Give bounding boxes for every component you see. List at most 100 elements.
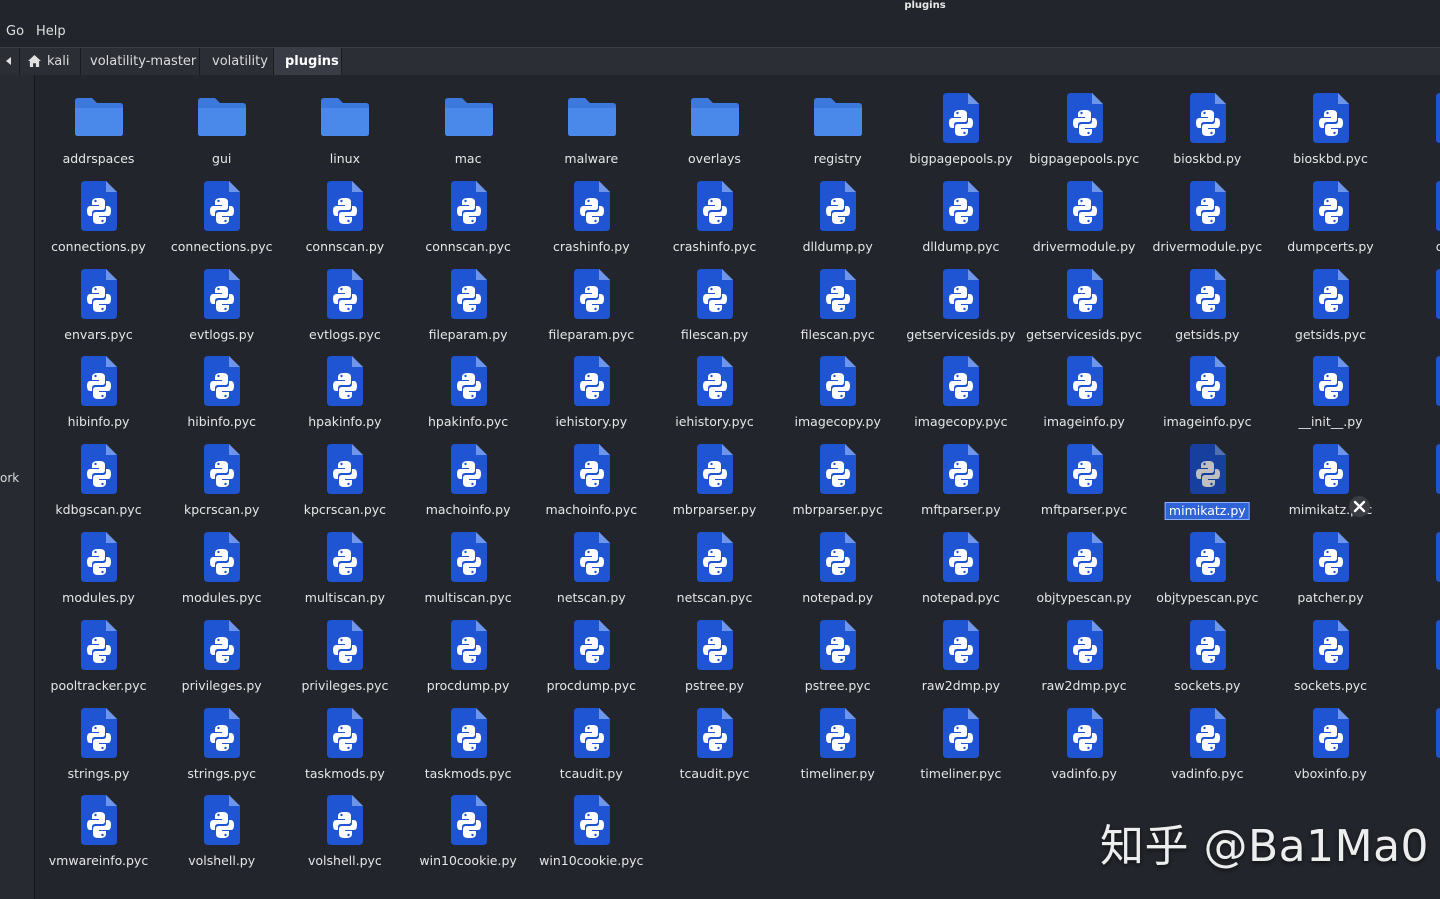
file-item[interactable]: tcaudit.py [530, 694, 653, 782]
file-item[interactable]: sockets.py [1146, 606, 1269, 694]
file-item[interactable]: netscan.pyc [653, 518, 776, 606]
file-item[interactable]: kpcrscan.pyc [283, 430, 406, 518]
file-item[interactable]: mbrparser.py [653, 430, 776, 518]
file-item[interactable]: dumpcerts.py [1269, 167, 1392, 255]
file-item[interactable]: drivermodule.pyc [1146, 167, 1269, 255]
file-item[interactable]: privileges.pyc [283, 606, 406, 694]
breadcrumb-volatility-master[interactable]: volatility-master [81, 48, 200, 75]
file-item[interactable]: machoinfo.py [407, 430, 530, 518]
file-item[interactable]: drivermodule.py [1023, 167, 1146, 255]
file-item[interactable]: soc [1392, 606, 1440, 694]
file-item[interactable]: tcaudit.pyc [653, 694, 776, 782]
file-item[interactable]: taskmods.py [283, 694, 406, 782]
file-item[interactable]: pooltracker.pyc [37, 606, 160, 694]
breadcrumb-plugins[interactable]: plugins [274, 48, 342, 75]
file-item[interactable]: patcher.py [1269, 518, 1392, 606]
file-item[interactable]: strings.pyc [160, 694, 283, 782]
file-item[interactable]: bioskbd.py [1146, 79, 1269, 167]
file-item[interactable]: iehistory.py [530, 342, 653, 430]
file-item[interactable]: mbrparser.pyc [776, 430, 899, 518]
file-item[interactable]: ha [1392, 255, 1440, 343]
file-item[interactable]: volshell.py [160, 781, 283, 869]
folder-item[interactable]: malware [530, 79, 653, 167]
file-item[interactable]: kpcrscan.py [160, 430, 283, 518]
path-back-button[interactable] [0, 48, 20, 75]
file-item[interactable]: connections.pyc [160, 167, 283, 255]
folder-item[interactable]: linux [283, 79, 406, 167]
file-item[interactable]: sockets.pyc [1269, 606, 1392, 694]
file-item[interactable]: connscan.pyc [407, 167, 530, 255]
breadcrumb-volatility[interactable]: volatility [200, 48, 274, 75]
file-item[interactable]: strings.py [37, 694, 160, 782]
file-item[interactable]: evtlogs.pyc [283, 255, 406, 343]
file-item[interactable]: imageinfo.py [1023, 342, 1146, 430]
file-item[interactable]: vboxinfo.py [1269, 694, 1392, 782]
file-item[interactable]: connscan.py [283, 167, 406, 255]
file-item[interactable]: notepad.pyc [899, 518, 1022, 606]
file-item[interactable]: raw2dmp.pyc [1023, 606, 1146, 694]
file-item[interactable]: fileparam.pyc [530, 255, 653, 343]
file-item[interactable]: dlldump.pyc [899, 167, 1022, 255]
file-item[interactable]: multiscan.pyc [407, 518, 530, 606]
file-item[interactable]: getsids.pyc [1269, 255, 1392, 343]
file-item[interactable]: envars.pyc [37, 255, 160, 343]
file-item[interactable]: vadinfo.py [1023, 694, 1146, 782]
file-item[interactable]: cm [1392, 79, 1440, 167]
file-item[interactable]: machoinfo.pyc [530, 430, 653, 518]
file-item[interactable]: crashinfo.pyc [653, 167, 776, 255]
file-item[interactable]: win10cookie.pyc [530, 781, 653, 869]
file-item[interactable]: mftparser.py [899, 430, 1022, 518]
file-item[interactable]: pstree.py [653, 606, 776, 694]
file-item[interactable]: evtlogs.py [160, 255, 283, 343]
file-item[interactable]: volshell.pyc [283, 781, 406, 869]
file-item[interactable]: pstree.pyc [776, 606, 899, 694]
file-item[interactable]: vadinfo.pyc [1146, 694, 1269, 782]
file-item[interactable]: bioskbd.pyc [1269, 79, 1392, 167]
file-item[interactable]: connections.py [37, 167, 160, 255]
file-item[interactable]: __i [1392, 342, 1440, 430]
file-item[interactable]: modules.pyc [160, 518, 283, 606]
folder-item[interactable]: gui [160, 79, 283, 167]
file-item[interactable]: bigpagepools.pyc [1023, 79, 1146, 167]
file-item[interactable]: hpakinfo.py [283, 342, 406, 430]
file-item[interactable]: bigpagepools.py [899, 79, 1022, 167]
file-item[interactable]: getservicesids.pyc [1023, 255, 1146, 343]
file-item[interactable]: objtypescan.pyc [1146, 518, 1269, 606]
file-item[interactable]: mod [1392, 430, 1440, 518]
file-item[interactable]: notepad.py [776, 518, 899, 606]
file-item[interactable]: raw2dmp.py [899, 606, 1022, 694]
file-item[interactable]: mftparser.pyc [1023, 430, 1146, 518]
file-item[interactable]: modules.py [37, 518, 160, 606]
file-item[interactable]: objtypescan.py [1023, 518, 1146, 606]
folder-item[interactable]: mac [407, 79, 530, 167]
file-item[interactable]: filescan.py [653, 255, 776, 343]
file-item[interactable]: iehistory.pyc [653, 342, 776, 430]
file-item[interactable]: vbo [1392, 694, 1440, 782]
file-item[interactable]: kdbgscan.pyc [37, 430, 160, 518]
file-item[interactable]: procdump.py [407, 606, 530, 694]
file-item[interactable]: multiscan.py [283, 518, 406, 606]
folder-item[interactable]: addrspaces [37, 79, 160, 167]
sidebar-item-label[interactable]: ork [0, 471, 19, 485]
menu-go[interactable]: Go [6, 24, 24, 40]
file-item[interactable]: imagecopy.pyc [899, 342, 1022, 430]
file-item[interactable]: getservicesids.py [899, 255, 1022, 343]
file-item[interactable]: procdump.pyc [530, 606, 653, 694]
folder-item[interactable]: overlays [653, 79, 776, 167]
file-item[interactable]: privileges.py [160, 606, 283, 694]
breadcrumb-kali[interactable]: kali [19, 48, 81, 75]
file-item[interactable]: pat [1392, 518, 1440, 606]
file-item[interactable]: dump [1392, 167, 1440, 255]
file-item[interactable]: hibinfo.pyc [160, 342, 283, 430]
file-item[interactable]: mimikatz.py [1146, 430, 1269, 521]
file-item[interactable]: taskmods.pyc [407, 694, 530, 782]
file-item[interactable]: dlldump.py [776, 167, 899, 255]
file-item[interactable]: timeliner.py [776, 694, 899, 782]
file-item[interactable]: mimikatz.pyc [1269, 430, 1392, 518]
file-item[interactable]: win10cookie.py [407, 781, 530, 869]
file-item[interactable]: getsids.py [1146, 255, 1269, 343]
file-item[interactable]: fileparam.py [407, 255, 530, 343]
file-item[interactable]: hpakinfo.pyc [407, 342, 530, 430]
file-item[interactable]: __init__.py [1269, 342, 1392, 430]
file-item[interactable]: crashinfo.py [530, 167, 653, 255]
